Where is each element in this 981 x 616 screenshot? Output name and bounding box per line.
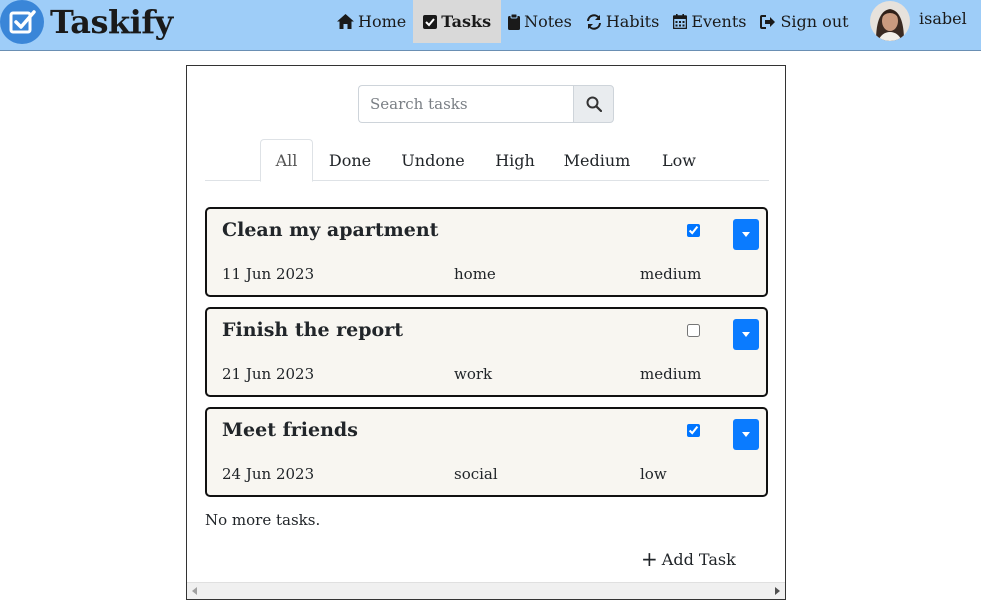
nav-habits[interactable]: Habits: [579, 0, 667, 43]
tab-medium[interactable]: Medium: [557, 139, 637, 181]
caret-down-icon: [742, 432, 750, 437]
task-menu-button[interactable]: [733, 319, 759, 350]
task-title: Finish the report: [222, 319, 404, 341]
tab-undone[interactable]: Undone: [393, 139, 473, 181]
caret-down-icon: [742, 232, 750, 237]
nav-home[interactable]: Home: [330, 0, 413, 43]
task-category: social: [454, 465, 498, 483]
tasks-panel: All Done Undone High Medium Low Clean my…: [186, 65, 786, 600]
nav-notes-label: Notes: [524, 12, 572, 31]
task-card: Meet friends 24 Jun 2023 social low: [205, 407, 768, 497]
tab-high[interactable]: High: [487, 139, 543, 181]
task-category: work: [454, 365, 493, 383]
caret-down-icon: [742, 332, 750, 337]
add-task-label: Add Task: [661, 549, 736, 569]
task-menu-button[interactable]: [733, 419, 759, 450]
tab-all[interactable]: All: [260, 139, 313, 182]
filter-tabs: All Done Undone High Medium Low: [205, 139, 769, 182]
task-card: Clean my apartment 11 Jun 2023 home medi…: [205, 207, 768, 297]
scroll-right-arrow-icon[interactable]: [775, 587, 780, 595]
tab-low[interactable]: Low: [651, 139, 707, 181]
search-input[interactable]: [358, 85, 573, 123]
home-icon: [337, 14, 354, 29]
nav-home-label: Home: [358, 12, 407, 31]
checkbox-logo-icon: [0, 0, 44, 44]
task-date: 21 Jun 2023: [222, 365, 315, 383]
task-menu-button[interactable]: [733, 219, 759, 250]
no-more-tasks-text: No more tasks.: [205, 511, 321, 529]
plus-icon: +: [641, 547, 658, 571]
task-date: 24 Jun 2023: [222, 465, 315, 483]
user-menu[interactable]: isabel: [870, 0, 967, 42]
sign-out-icon: [760, 14, 776, 29]
task-priority: medium: [640, 265, 702, 283]
navbar: Taskify Home Tasks Notes Habits Events S…: [0, 0, 981, 51]
nav-habits-label: Habits: [605, 12, 660, 31]
search-bar: [358, 85, 614, 123]
nav-events[interactable]: Events: [666, 0, 753, 43]
tab-done[interactable]: Done: [319, 139, 381, 181]
task-title: Meet friends: [222, 419, 358, 441]
search-button[interactable]: [573, 85, 614, 123]
user-name: isabel: [919, 8, 967, 28]
nav-notes[interactable]: Notes: [501, 0, 579, 43]
brand-name: Taskify: [50, 3, 173, 41]
avatar: [870, 1, 910, 41]
nav-events-label: Events: [691, 12, 747, 31]
clipboard-icon: [508, 13, 521, 30]
horizontal-scrollbar[interactable]: [187, 582, 785, 599]
task-priority: medium: [640, 365, 702, 383]
task-done-checkbox[interactable]: [687, 224, 700, 237]
scroll-left-arrow-icon[interactable]: [192, 587, 197, 595]
task-category: home: [454, 265, 496, 283]
task-date: 11 Jun 2023: [222, 265, 315, 283]
task-priority: low: [640, 465, 667, 483]
main-nav: Home Tasks Notes Habits Events Sign out: [330, 0, 856, 43]
task-done-checkbox[interactable]: [687, 424, 700, 437]
task-card: Finish the report 21 Jun 2023 work mediu…: [205, 307, 768, 397]
check-square-icon: [423, 14, 438, 29]
task-done-checkbox[interactable]: [687, 324, 700, 337]
repeat-icon: [586, 13, 601, 30]
calendar-icon: [673, 14, 688, 29]
nav-tasks-label: Tasks: [441, 12, 492, 31]
search-icon: [586, 96, 602, 112]
task-title: Clean my apartment: [222, 219, 439, 241]
nav-tasks[interactable]: Tasks: [413, 0, 502, 43]
nav-sign-out[interactable]: Sign out: [753, 0, 855, 43]
brand[interactable]: Taskify: [0, 0, 173, 44]
nav-sign-out-label: Sign out: [780, 12, 849, 31]
add-task-button[interactable]: + Add Task: [641, 549, 736, 569]
